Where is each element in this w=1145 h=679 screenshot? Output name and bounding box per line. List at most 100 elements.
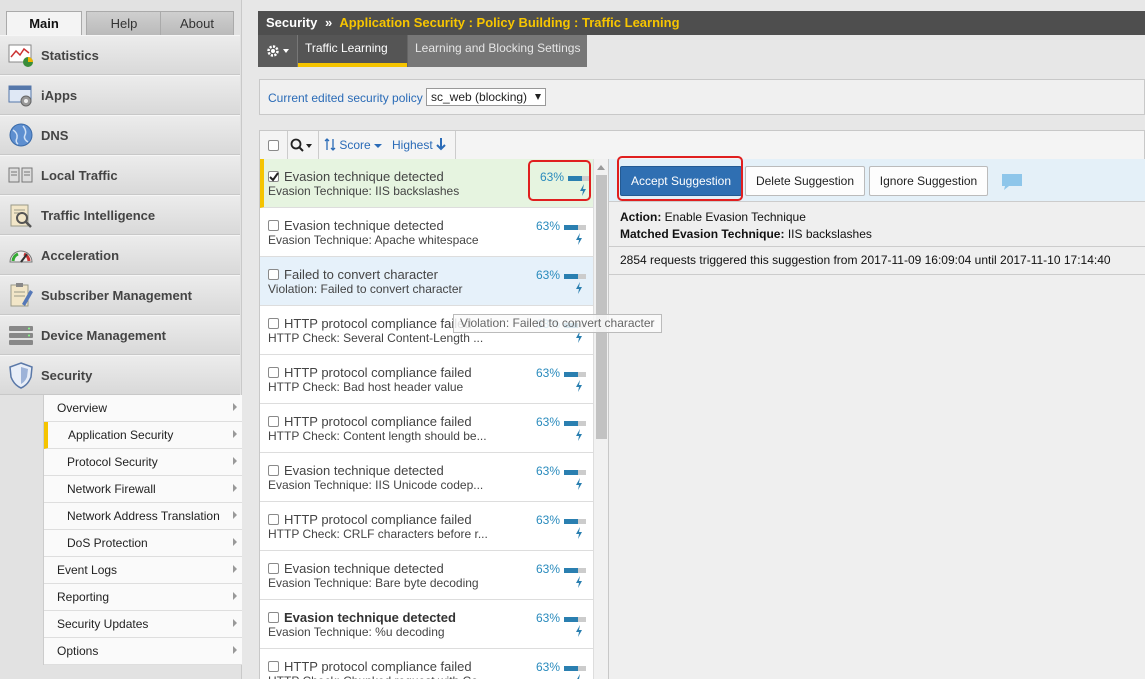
nav-item-label: iApps — [41, 87, 78, 103]
row-checkbox[interactable] — [268, 465, 279, 476]
search-button[interactable] — [290, 136, 318, 156]
row-checkbox[interactable] — [268, 563, 279, 574]
submenu-item-label: Network Address Translation — [67, 509, 220, 523]
row-checkbox[interactable] — [268, 612, 279, 623]
lightning-bolt-icon — [576, 429, 582, 441]
statistics-icon — [7, 41, 35, 69]
ignore-suggestion-button[interactable]: Ignore Suggestion — [869, 166, 988, 196]
suggestion-title: HTTP protocol compliance failed — [284, 414, 472, 429]
row-checkbox[interactable] — [268, 661, 279, 672]
score-percent: 63% — [536, 415, 561, 429]
nav-item-statistics[interactable]: Statistics — [0, 35, 240, 75]
suggestion-row[interactable]: HTTP protocol compliance failedHTTP Chec… — [260, 404, 593, 453]
score-bar-fill — [564, 421, 578, 426]
nav-item-traffic-intelligence[interactable]: Traffic Intelligence — [0, 195, 240, 235]
acceleration-gauge-icon — [7, 241, 35, 269]
suggestion-row[interactable]: HTTP protocol compliance failedHTTP Chec… — [260, 355, 593, 404]
gear-icon — [266, 45, 289, 57]
submenu-item-reporting[interactable]: Reporting — [44, 584, 242, 611]
submenu-item-label: Protocol Security — [67, 455, 158, 469]
suggestion-row[interactable]: Failed to convert character Violation: Fa… — [260, 257, 593, 306]
score-percent: 63% — [536, 513, 561, 527]
chevron-down-icon — [535, 94, 541, 100]
toolbar-divider — [287, 131, 288, 160]
row-checkbox[interactable] — [268, 514, 279, 525]
scroll-up-arrow-icon[interactable] — [597, 165, 605, 170]
score-bar — [564, 666, 586, 671]
row-checkbox[interactable] — [268, 220, 279, 231]
suggestion-row[interactable]: HTTP protocol compliance failedHTTP Chec… — [260, 649, 593, 679]
sub-navigation: Traffic Learning Learning and Blocking S… — [258, 35, 587, 67]
submenu-item-label: Application Security — [68, 428, 174, 442]
nav-item-acceleration[interactable]: Acceleration — [0, 235, 240, 275]
submenu-item-security-updates[interactable]: Security Updates — [44, 611, 242, 638]
submenu-item-network-address-translation[interactable]: Network Address Translation — [44, 503, 242, 530]
row-checkbox[interactable] — [268, 318, 279, 329]
tab-traffic-learning[interactable]: Traffic Learning — [298, 35, 407, 67]
tab-help[interactable]: Help — [86, 11, 162, 36]
score-sort-button[interactable]: Score — [324, 138, 383, 152]
submenu-item-options[interactable]: Options — [44, 638, 242, 665]
gear-menu-button[interactable] — [258, 35, 298, 67]
score-bar-fill — [564, 617, 578, 622]
suggestion-row[interactable]: Evasion technique detected Evasion Techni… — [260, 208, 593, 257]
highlight-box — [617, 156, 743, 201]
score-bar — [564, 519, 586, 524]
search-icon — [290, 138, 312, 152]
submenu-item-protocol-security[interactable]: Protocol Security — [44, 449, 242, 476]
suggestion-row[interactable]: Evasion technique detected Evasion Techni… — [260, 453, 593, 502]
suggestion-row[interactable]: Evasion technique detected Evasion Techni… — [260, 551, 593, 600]
matched-line: Matched Evasion Technique: IIS backslash… — [620, 226, 872, 243]
highest-sort-button[interactable]: Highest — [392, 138, 446, 152]
suggestion-row[interactable]: Evasion technique detected Evasion Techni… — [260, 600, 593, 649]
tab-learning-blocking-settings[interactable]: Learning and Blocking Settings — [408, 35, 587, 67]
policy-select[interactable]: sc_web (blocking) — [426, 88, 546, 106]
nav-item-dns[interactable]: DNS — [0, 115, 240, 155]
lightning-bolt-icon — [576, 527, 582, 539]
tab-main[interactable]: Main — [6, 11, 82, 37]
score-percent: 63% — [536, 219, 561, 233]
action-label: Action: — [620, 210, 662, 224]
row-checkbox[interactable] — [268, 367, 279, 378]
score-percent: 63% — [536, 464, 561, 478]
score-bar — [564, 568, 586, 573]
row-checkbox[interactable] — [268, 269, 279, 280]
list-scrollbar[interactable] — [593, 159, 608, 679]
submenu-item-overview[interactable]: Overview — [44, 395, 242, 422]
submenu-item-event-logs[interactable]: Event Logs — [44, 557, 242, 584]
lightning-bolt-icon — [576, 478, 582, 490]
scrollbar-thumb[interactable] — [596, 175, 607, 439]
score-sort-label: Score — [339, 138, 371, 152]
action-value: Enable Evasion Technique — [664, 210, 806, 224]
tab-about[interactable]: About — [160, 11, 234, 36]
nav-item-local-traffic[interactable]: Local Traffic — [0, 155, 240, 195]
suggestion-row[interactable]: HTTP protocol compliance failedHTTP Chec… — [260, 502, 593, 551]
suggestion-title: Evasion technique detected — [284, 561, 444, 576]
nav-item-security[interactable]: Security — [0, 355, 240, 395]
suggestion-title: HTTP protocol compliance failed — [284, 659, 472, 674]
local-traffic-icon — [7, 161, 35, 189]
lightning-bolt-icon — [576, 233, 582, 245]
nav-item-subscriber-management[interactable]: Subscriber Management — [0, 275, 240, 315]
row-checkbox[interactable] — [268, 171, 279, 182]
chevron-right-icon — [233, 619, 237, 627]
row-checkbox[interactable] — [268, 416, 279, 427]
suggestion-detail: Evasion Technique: Bare byte decoding — [268, 576, 479, 590]
delete-suggestion-button[interactable]: Delete Suggestion — [745, 166, 865, 196]
chevron-right-icon — [233, 538, 237, 546]
security-shield-icon — [7, 361, 35, 389]
policy-label[interactable]: Current edited security policy — [268, 91, 423, 105]
select-all-checkbox[interactable] — [268, 140, 279, 151]
lightning-bolt-icon — [576, 380, 582, 392]
comment-icon[interactable] — [1001, 173, 1023, 194]
submenu-item-network-firewall[interactable]: Network Firewall — [44, 476, 242, 503]
submenu-item-dos-protection[interactable]: DoS Protection — [44, 530, 242, 557]
submenu-item-application-security[interactable]: Application Security — [44, 422, 242, 449]
suggestion-detail: Evasion Technique: IIS backslashes — [268, 184, 460, 198]
submenu-item-label: DoS Protection — [67, 536, 148, 550]
nav-item-device-management[interactable]: Device Management — [0, 315, 240, 355]
suggestion-info: Action: Enable Evasion Technique Matched… — [620, 209, 872, 243]
submenu-item-label: Event Logs — [57, 563, 118, 577]
nav-item-iapps[interactable]: iApps — [0, 75, 240, 115]
score-bar-fill — [564, 274, 578, 279]
